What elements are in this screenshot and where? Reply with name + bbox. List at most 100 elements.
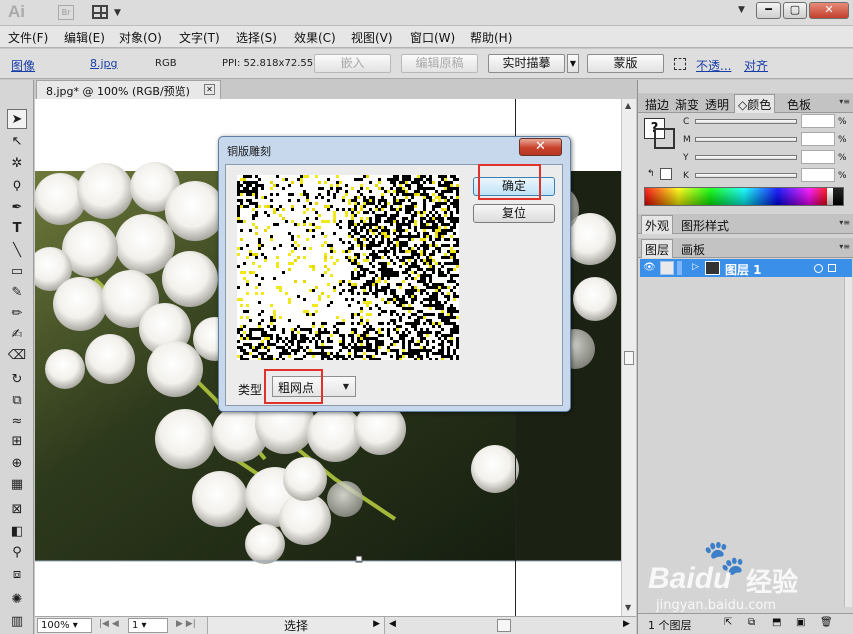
locate-object-icon[interactable]: ⇱ [724, 617, 732, 628]
menu-help[interactable]: 帮助(H) [470, 29, 512, 46]
channel-k-slider[interactable] [695, 173, 797, 178]
menu-view[interactable]: 视图(V) [351, 29, 393, 46]
free-transform-tool-icon[interactable]: ⊞ [7, 432, 27, 452]
scroll-left-icon[interactable]: ◀ [389, 619, 396, 629]
tab-appearance[interactable]: 外观 [641, 215, 674, 234]
tab-color[interactable]: ◇颜色 [734, 94, 776, 113]
image-link[interactable]: 图像 [11, 57, 35, 74]
scroll-right-icon[interactable]: ▶ [623, 619, 630, 629]
mesh-tool-icon[interactable]: ⊠ [7, 500, 27, 520]
mask-button[interactable]: 蒙版 [587, 54, 664, 73]
direct-selection-tool-icon[interactable]: ↖ [7, 132, 27, 152]
selection-square-icon[interactable] [828, 264, 836, 272]
make-clipping-mask-icon[interactable]: ⧉ [748, 617, 755, 628]
blob-brush-tool-icon[interactable]: ✍ [7, 325, 27, 345]
vertical-scrollbar[interactable]: ▲ ▼ [621, 99, 636, 616]
zoom-select[interactable]: 100% ▾ [37, 618, 92, 633]
tab-artboards[interactable]: 画板 [681, 241, 705, 258]
dialog-close-button[interactable]: ✕ [519, 138, 562, 156]
hscroll-thumb[interactable] [497, 619, 511, 632]
tab-swatches[interactable]: 色板 [787, 96, 811, 113]
menu-select[interactable]: 选择(S) [236, 29, 277, 46]
menu-type[interactable]: 文字(T) [179, 29, 220, 46]
type-tool-icon[interactable]: T [7, 219, 27, 239]
gradient-tool-icon[interactable]: ◧ [7, 522, 27, 542]
scale-tool-icon[interactable]: ⧉ [7, 391, 27, 411]
minimize-button[interactable]: ━ [756, 2, 781, 19]
first-artboard-icon[interactable]: |◀ ◀ [99, 619, 119, 629]
close-window-button[interactable]: ✕ [809, 2, 849, 19]
menu-effect[interactable]: 效果(C) [294, 29, 336, 46]
opacity-link[interactable]: 不透... [696, 57, 731, 74]
workspace-dropdown[interactable]: ▼ [738, 5, 745, 15]
eraser-tool-icon[interactable]: ⌫ [7, 346, 27, 366]
menu-edit[interactable]: 编辑(E) [64, 29, 105, 46]
menu-object[interactable]: 对象(O) [119, 29, 162, 46]
selection-tool-icon[interactable]: ➤ [7, 109, 27, 129]
arrange-documents-button[interactable]: ▼ [92, 4, 124, 21]
warp-tool-icon[interactable]: ≈ [7, 412, 27, 432]
column-graph-tool-icon[interactable]: ▥ [7, 612, 27, 632]
none-swap-icon[interactable]: ↰ [647, 169, 655, 179]
symbol-sprayer-tool-icon[interactable]: ✺ [7, 590, 27, 610]
file-link[interactable]: 8.jpg [90, 57, 118, 70]
transform-icon[interactable] [674, 58, 686, 70]
next-artboard-icon[interactable]: ▶ ▶| [176, 619, 196, 629]
layer-name[interactable]: 图层 1 [725, 261, 762, 278]
appearance-panel-menu-icon[interactable]: ▾≡ [839, 218, 850, 227]
target-icon[interactable] [814, 264, 823, 273]
layer-row[interactable]: 👁 ▷ 图层 1 [640, 259, 852, 277]
color-spectrum[interactable] [644, 187, 844, 206]
scroll-thumb[interactable] [624, 351, 634, 365]
blend-tool-icon[interactable]: ⧈ [7, 565, 27, 585]
lasso-tool-icon[interactable]: ϙ [7, 175, 27, 195]
shape-builder-tool-icon[interactable]: ⊕ [7, 454, 27, 474]
pencil-tool-icon[interactable]: ✏ [7, 304, 27, 324]
document-tab[interactable]: 8.jpg* @ 100% (RGB/预览) ✕ [36, 80, 221, 99]
menu-window[interactable]: 窗口(W) [410, 29, 455, 46]
magic-wand-tool-icon[interactable]: ✲ [7, 154, 27, 174]
close-tab-icon[interactable]: ✕ [204, 84, 215, 95]
new-layer-icon[interactable]: ▣ [796, 617, 805, 628]
channel-y-slider[interactable] [695, 155, 797, 160]
new-sublayer-icon[interactable]: ⬒ [772, 617, 781, 628]
channel-c-slider[interactable] [695, 119, 797, 124]
eyedropper-tool-icon[interactable]: ⚲ [7, 543, 27, 563]
eye-icon[interactable]: 👁 [643, 262, 656, 273]
menu-file[interactable]: 文件(F) [8, 29, 48, 46]
tab-layers[interactable]: 图层 [641, 239, 674, 258]
bridge-icon[interactable]: Br [58, 5, 74, 20]
paintbrush-tool-icon[interactable]: ✎ [7, 283, 27, 303]
stroke-swatch-icon[interactable] [654, 128, 675, 149]
artboard-select[interactable]: 1 ▾ [128, 618, 168, 633]
edit-original-button[interactable]: 编辑原稿 [401, 54, 478, 73]
lock-toggle[interactable] [660, 261, 674, 275]
rotate-tool-icon[interactable]: ↻ [7, 370, 27, 390]
reset-button[interactable]: 复位 [473, 204, 555, 223]
line-tool-icon[interactable]: ╲ [7, 241, 27, 261]
trash-icon[interactable]: 🗑 [820, 617, 833, 628]
channel-k-input[interactable] [801, 168, 835, 182]
panel-menu-icon[interactable]: ▾≡ [839, 97, 850, 106]
preview-image[interactable] [237, 175, 459, 360]
tab-graphic-styles[interactable]: 图形样式 [681, 217, 729, 234]
expand-triangle-icon[interactable]: ▷ [692, 262, 699, 272]
live-trace-button[interactable]: 实时描摹 [488, 54, 565, 73]
rectangle-tool-icon[interactable]: ▭ [7, 262, 27, 282]
channel-m-input[interactable] [801, 132, 835, 146]
pen-tool-icon[interactable]: ✒ [7, 198, 27, 218]
tab-stroke[interactable]: 描边 [645, 96, 669, 113]
status-tool-select[interactable]: 选择 ▶ [207, 617, 385, 634]
white-swatch-icon[interactable] [660, 168, 672, 180]
scroll-down-icon[interactable]: ▼ [625, 603, 631, 612]
tab-gradient[interactable]: 渐变 [675, 96, 699, 113]
align-link[interactable]: 对齐 [744, 57, 768, 74]
perspective-grid-tool-icon[interactable]: ▦ [7, 475, 27, 495]
live-trace-dropdown[interactable]: ▼ [567, 54, 579, 73]
scroll-up-icon[interactable]: ▲ [625, 101, 631, 110]
channel-c-input[interactable] [801, 114, 835, 128]
channel-y-input[interactable] [801, 150, 835, 164]
layers-panel-menu-icon[interactable]: ▾≡ [839, 242, 850, 251]
tab-transparency[interactable]: 透明 [705, 96, 729, 113]
channel-m-slider[interactable] [695, 137, 797, 142]
